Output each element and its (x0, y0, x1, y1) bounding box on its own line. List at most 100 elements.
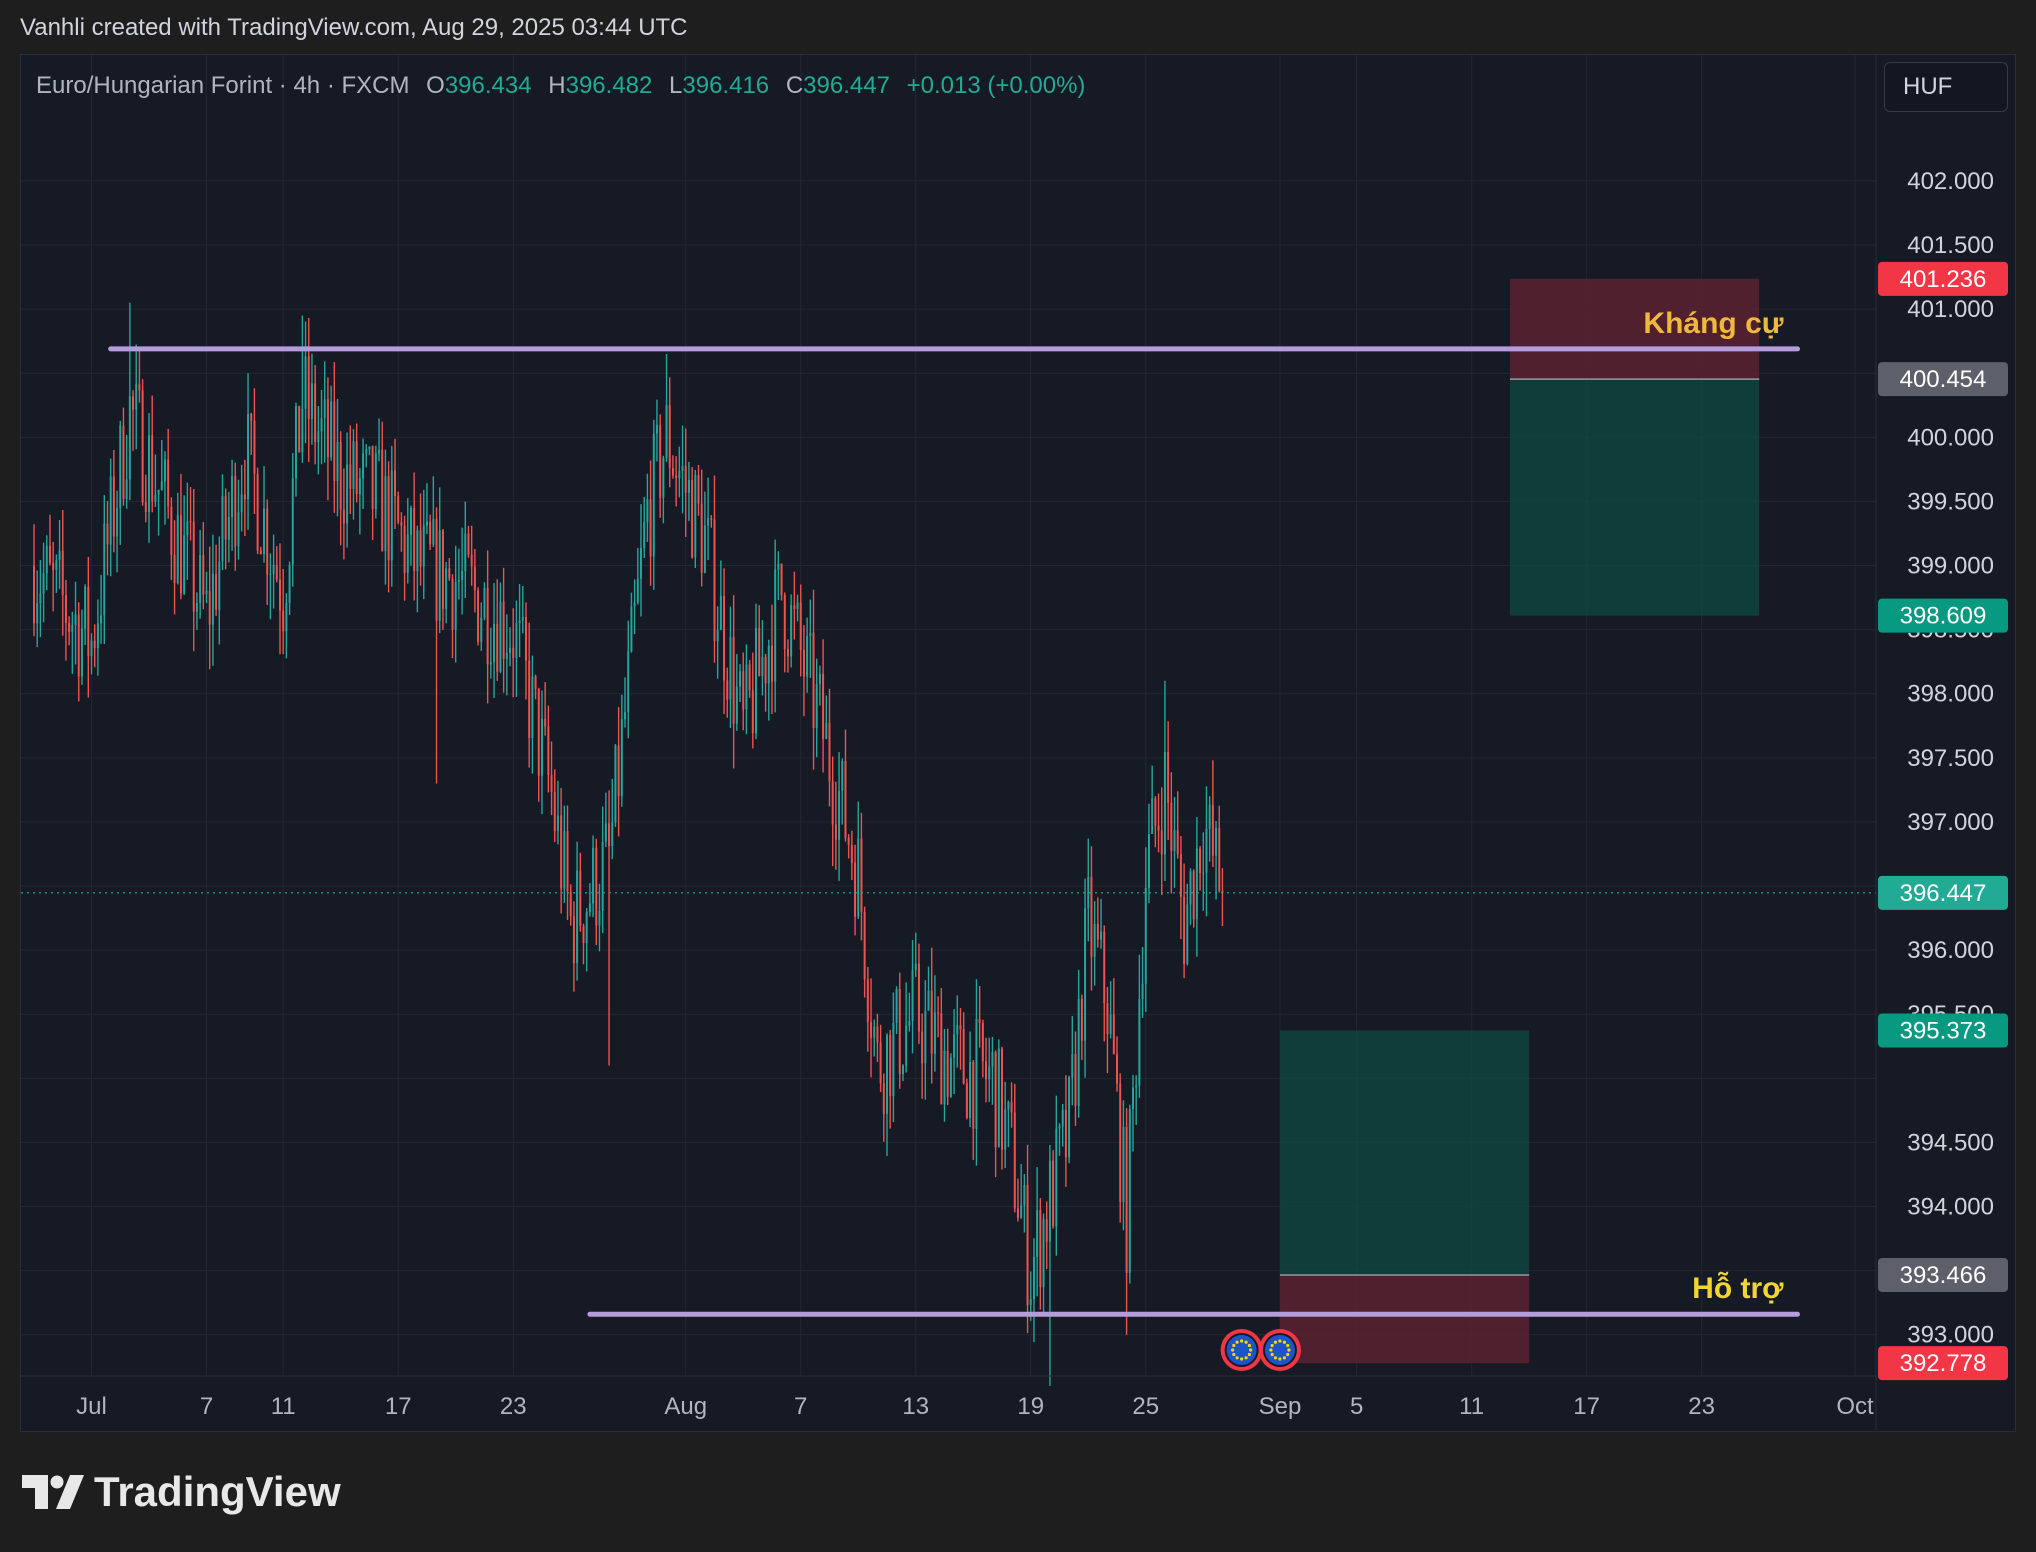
candle-body (231, 476, 234, 518)
candle (563, 805, 566, 903)
candle-body (949, 1057, 952, 1097)
candle-body (138, 384, 141, 391)
candle-body (515, 622, 518, 659)
candle (892, 992, 895, 1123)
candle (687, 461, 690, 522)
candle (1026, 1144, 1029, 1334)
candle-body (163, 459, 166, 482)
change-value: +0.013 (+0.00%) (906, 72, 1086, 99)
candle (247, 373, 250, 530)
candle (646, 473, 649, 543)
candle (850, 830, 853, 881)
candle-body (499, 601, 502, 672)
candle (192, 489, 195, 652)
tradingview-logo-icon (22, 1475, 84, 1509)
candle (400, 512, 403, 552)
candle-body (186, 521, 189, 536)
candle (1141, 946, 1144, 1018)
candle-body (1195, 848, 1198, 920)
candle (1179, 835, 1182, 939)
candle-body (930, 990, 933, 1054)
candle-body (151, 435, 154, 502)
candle-body (585, 912, 588, 943)
candle-body (780, 563, 783, 596)
price-tag: 393.466 (1878, 1257, 2008, 1292)
candle (477, 587, 480, 646)
candlestick-chart[interactable]: Kháng cự Hỗ trợ 402.000 401.500 401.000 400.… (0, 0, 2036, 1552)
candle-body (1064, 1109, 1067, 1158)
eu-star (1270, 1343, 1274, 1348)
candle-body (1045, 1219, 1048, 1242)
candle (534, 674, 537, 700)
candle (671, 455, 674, 479)
time-tick-label: 17 (1573, 1393, 1600, 1420)
candle-body (595, 847, 598, 926)
candle-body (96, 623, 99, 649)
candle (307, 317, 310, 463)
currency-button[interactable]: HUF (1884, 62, 2008, 112)
candle-body (438, 530, 441, 621)
candle-body (978, 1019, 981, 1023)
candle-body (671, 468, 674, 476)
candle (719, 560, 722, 631)
candle-body (518, 620, 521, 623)
candle (806, 617, 809, 693)
candle-body (128, 396, 131, 480)
candle (601, 806, 604, 934)
candle-body (141, 390, 144, 503)
candle (582, 923, 585, 965)
candle (1042, 1213, 1045, 1314)
candle-body (170, 506, 173, 555)
candle (991, 1036, 994, 1105)
candle (793, 571, 796, 640)
candle-body (1023, 1184, 1026, 1206)
candle (1061, 1103, 1064, 1147)
candle (908, 992, 911, 1032)
candle (240, 464, 243, 532)
time-tick-label: Jul (76, 1393, 107, 1420)
candle (863, 906, 866, 998)
candle-body (937, 1012, 940, 1014)
eu-star (1278, 1339, 1282, 1343)
candle-body (697, 474, 700, 504)
candle-body (655, 425, 658, 434)
candle-body (160, 481, 163, 490)
candle-body (1147, 834, 1150, 888)
candle-body (627, 651, 630, 713)
candle (876, 1013, 879, 1062)
eu-star (1235, 1340, 1239, 1344)
chart-grid (21, 55, 1876, 1376)
candle (1039, 1198, 1042, 1310)
candle (461, 527, 464, 615)
candle-body (729, 636, 732, 700)
symbol-legend: Euro/Hungarian Forint · 4h · FXCM O396.4… (36, 72, 1085, 100)
candle (560, 788, 563, 914)
candle-body (282, 610, 285, 632)
candle (179, 473, 182, 600)
candle (879, 1024, 882, 1093)
candle (889, 1029, 892, 1129)
candle-body (895, 989, 898, 1023)
candle-body (109, 476, 112, 545)
eu-star (1247, 1352, 1252, 1357)
candle-body (783, 595, 786, 650)
candle-body (58, 550, 61, 560)
candle-body (905, 1025, 908, 1066)
candle (55, 554, 58, 593)
candle-body (1052, 1160, 1055, 1227)
candle-body (588, 903, 591, 913)
candle-body (834, 824, 837, 840)
candle (777, 551, 780, 600)
candle-body (1007, 1102, 1010, 1110)
candle (585, 907, 588, 972)
candle (294, 402, 297, 497)
candle (540, 690, 543, 815)
candle (189, 486, 192, 541)
price-tick-label: 401.500 (1907, 232, 1994, 259)
support-label: Hỗ trợ (1692, 1271, 1784, 1305)
candle-body (569, 891, 572, 917)
candle (33, 524, 35, 637)
candle (550, 741, 553, 816)
candle-body (531, 676, 534, 738)
candle (921, 1013, 924, 1099)
